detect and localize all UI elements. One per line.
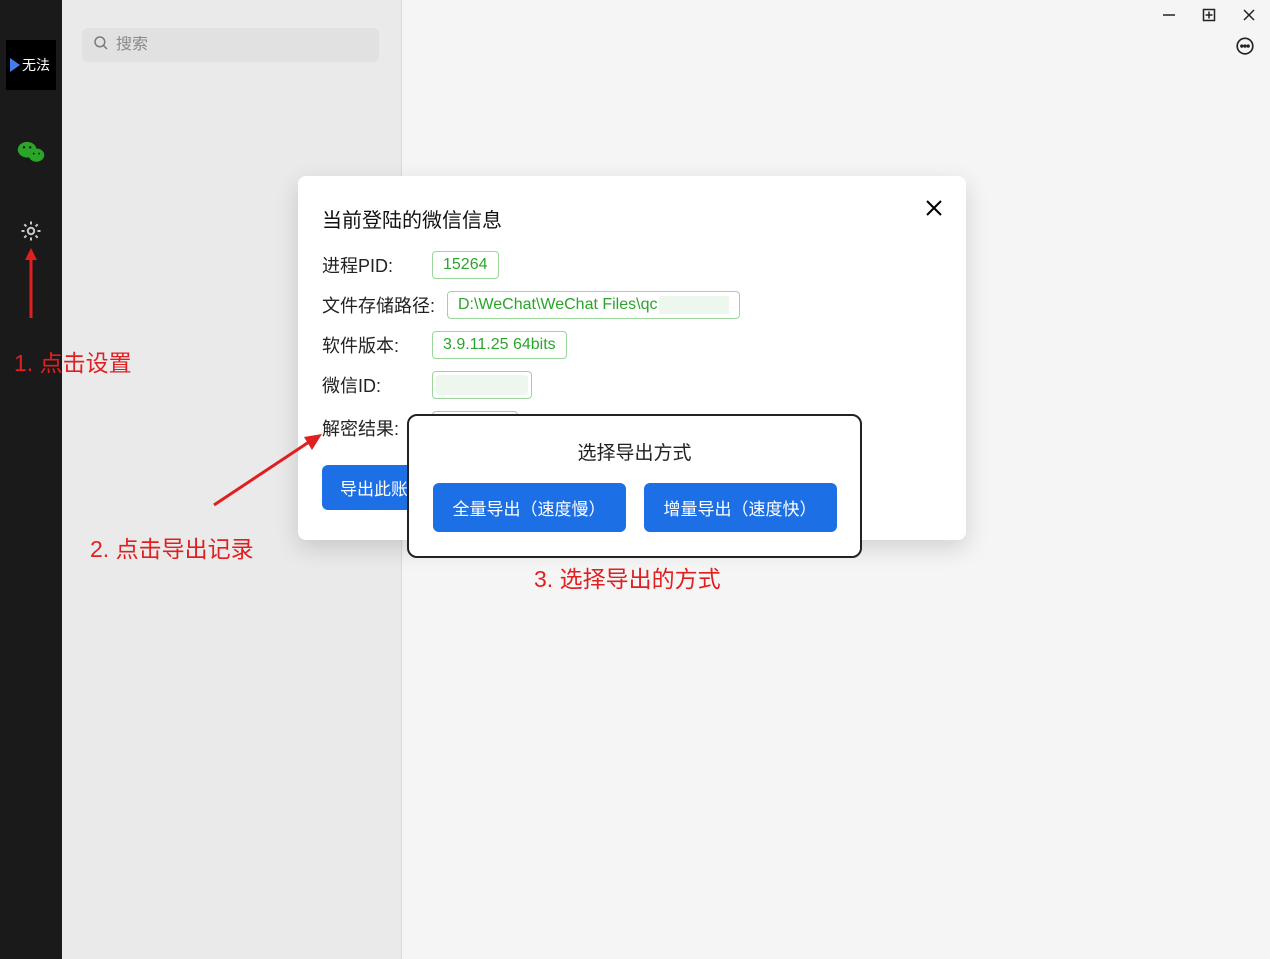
filepath-redacted [659,296,729,314]
version-label: 软件版本: [322,332,432,358]
dialog-title: 当前登陆的微信信息 [322,204,942,233]
full-export-button[interactable]: 全量导出（速度慢） [433,483,626,532]
minimize-button[interactable] [1160,6,1178,24]
close-button[interactable] [1240,6,1258,24]
avatar-placeholder-text: 无法 [22,55,50,75]
pid-value: 15264 [432,251,499,279]
export-mode-dialog: 选择导出方式 全量导出（速度慢） 增量导出（速度快） [407,414,862,558]
chat-bubble-icon[interactable] [1234,36,1256,63]
wxid-label: 微信ID: [322,372,432,398]
incremental-export-button[interactable]: 增量导出（速度快） [644,483,837,532]
search-input[interactable] [116,36,369,54]
wxid-value-redacted: xxxxxxxx [432,371,532,399]
gear-icon[interactable] [19,219,43,248]
window-controls [1160,6,1258,24]
filepath-label: 文件存储路径: [322,292,447,318]
search-box[interactable] [82,28,379,62]
filepath-visible-text: D:\WeChat\WeChat Files\qc [458,296,657,314]
version-value: 3.9.11.25 64bits [432,331,567,359]
export-mode-title: 选择导出方式 [429,438,840,465]
filepath-value: D:\WeChat\WeChat Files\qc [447,291,740,319]
pid-label: 进程PID: [322,252,432,278]
maximize-button[interactable] [1200,6,1218,24]
sidebar: 无法 [0,0,62,959]
avatar[interactable]: 无法 [6,40,56,90]
close-icon[interactable] [924,198,944,222]
search-icon [92,34,110,57]
wechat-icon[interactable] [17,138,45,171]
